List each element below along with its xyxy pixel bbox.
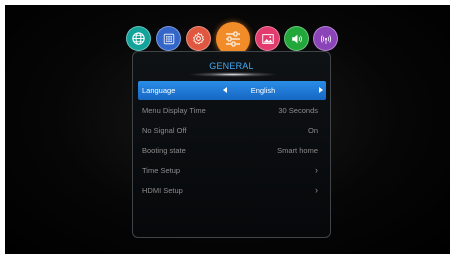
menu-row-booting-state[interactable]: Booting state Smart home <box>138 141 326 160</box>
category-sound[interactable] <box>284 26 309 51</box>
arrow-left-icon[interactable] <box>223 87 227 93</box>
menu-row-language[interactable]: Language English <box>138 81 326 100</box>
chevron-right-icon: › <box>315 185 318 195</box>
globe-icon <box>132 32 145 45</box>
gear-icon <box>192 32 205 45</box>
menu-row-value: On <box>307 126 318 135</box>
image-icon <box>261 33 274 44</box>
menu-row-no-signal-off[interactable]: No Signal Off On <box>138 121 326 140</box>
category-network[interactable] <box>126 26 151 51</box>
category-channel[interactable] <box>156 26 181 51</box>
menu-row-label: Language <box>142 86 176 95</box>
menu-row-hdmi-setup[interactable]: HDMI Setup › <box>138 181 326 200</box>
general-settings-panel: GENERAL Language English Menu Display Ti… <box>132 51 331 238</box>
menu-row-value: 30 Seconds <box>278 106 318 115</box>
menu-row-label: Menu Display Time <box>142 106 206 115</box>
tv-screen: GENERAL Language English Menu Display Ti… <box>5 5 450 254</box>
grid-dots-icon <box>163 33 174 44</box>
menu-row-value: English <box>250 86 276 95</box>
antenna-icon <box>320 34 331 44</box>
chevron-right-icon: › <box>315 165 318 175</box>
category-picture[interactable] <box>255 26 280 51</box>
menu-row-label: Time Setup <box>142 166 181 175</box>
menu-row-label: Booting state <box>142 146 186 155</box>
menu-row-time-setup[interactable]: Time Setup › <box>138 161 326 180</box>
menu-row-value: Smart home <box>277 146 318 155</box>
panel-title: GENERAL <box>209 61 254 71</box>
menu-row-label: HDMI Setup <box>142 186 183 195</box>
menu-row-menu-display-time[interactable]: Menu Display Time 30 Seconds <box>138 101 326 120</box>
category-settings[interactable] <box>186 26 211 51</box>
arrow-right-icon[interactable] <box>319 87 323 93</box>
category-signal[interactable] <box>313 26 338 51</box>
title-underline-glow <box>188 72 278 77</box>
sliders-icon <box>226 31 240 47</box>
menu-row-label: No Signal Off <box>142 126 187 135</box>
speaker-icon <box>291 34 302 43</box>
